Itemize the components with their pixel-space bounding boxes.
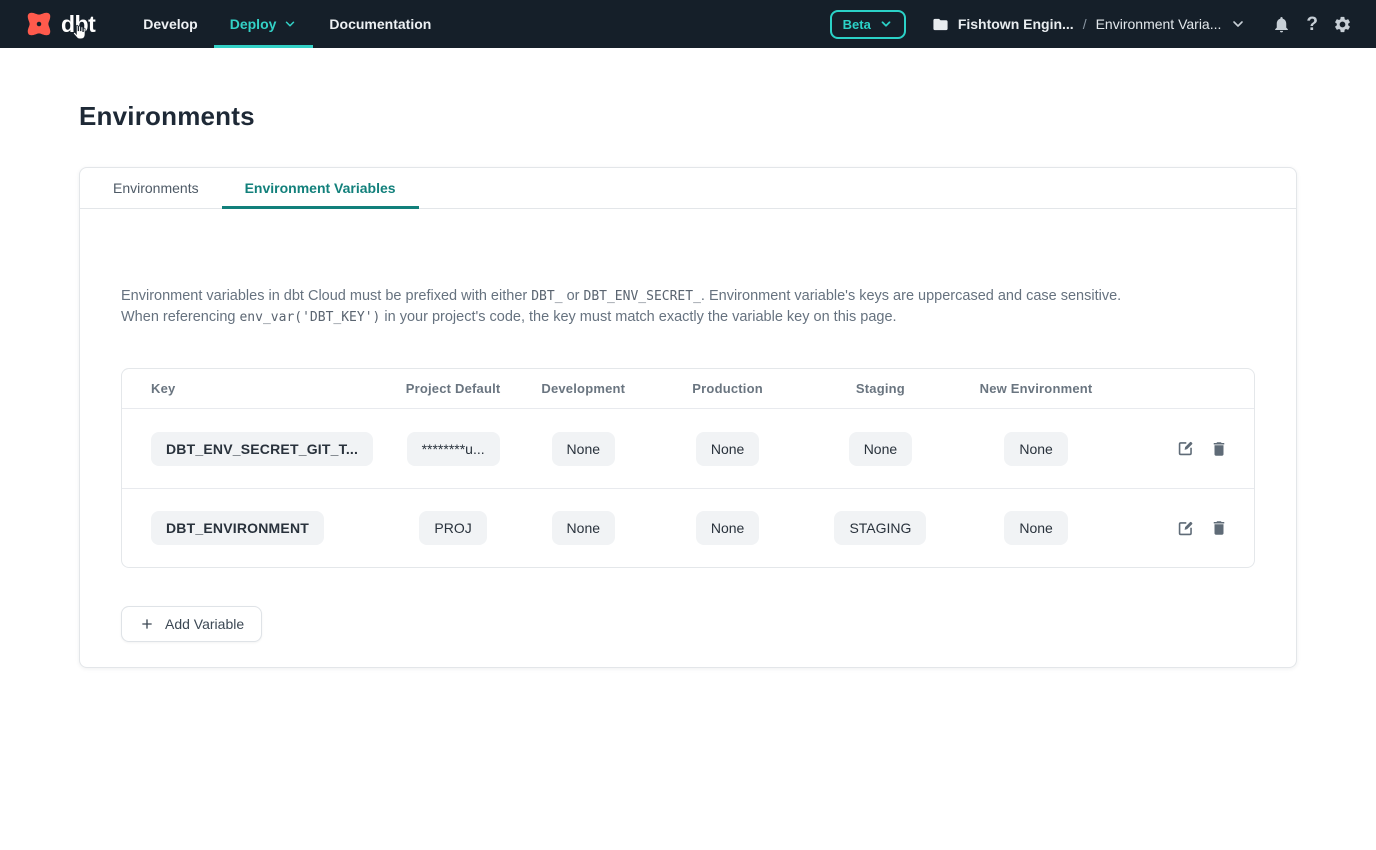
env-var-value-new-environment: None — [1004, 432, 1067, 466]
add-variable-label: Add Variable — [165, 616, 244, 632]
tab-bar: Environments Environment Variables — [80, 168, 1296, 209]
edit-icon — [1176, 519, 1195, 538]
tab-environments[interactable]: Environments — [90, 168, 222, 208]
edit-variable-button[interactable] — [1176, 439, 1195, 458]
notifications-button[interactable] — [1272, 15, 1291, 34]
help-button[interactable]: ? — [1306, 15, 1318, 34]
code-env-var-example: env_var('DBT_KEY') — [239, 310, 380, 325]
plus-icon — [139, 616, 155, 632]
nav-documentation-label: Documentation — [329, 16, 431, 32]
table-row: DBT_ENV_SECRET_GIT_T... ********u... Non… — [122, 409, 1254, 488]
main-content: Environments Environments Environment Va… — [0, 101, 1376, 668]
breadcrumb-project[interactable]: Fishtown Engin... — [958, 16, 1074, 32]
env-var-value-staging: STAGING — [834, 511, 926, 545]
env-var-value-production: None — [696, 511, 759, 545]
env-var-key: DBT_ENVIRONMENT — [151, 511, 324, 545]
env-var-table: Key Project Default Development Producti… — [121, 368, 1255, 568]
chevron-down-icon — [879, 17, 893, 31]
folder-icon — [932, 16, 949, 33]
column-header-production: Production — [654, 381, 801, 396]
beta-dropdown[interactable]: Beta — [830, 10, 906, 39]
environments-card: Environments Environment Variables Envir… — [79, 167, 1297, 668]
trash-icon — [1210, 440, 1228, 458]
env-var-value-project-default: PROJ — [419, 511, 486, 545]
navbar-icon-group: ? — [1272, 15, 1352, 34]
breadcrumb-page[interactable]: Environment Varia... — [1096, 16, 1222, 32]
hand-cursor-icon — [70, 24, 87, 41]
add-variable-button[interactable]: Add Variable — [121, 606, 262, 642]
delete-variable-button[interactable] — [1210, 519, 1228, 537]
column-header-staging: Staging — [801, 381, 959, 396]
bell-icon — [1272, 15, 1291, 34]
code-dbt-env-secret-prefix: DBT_ENV_SECRET_ — [584, 289, 701, 304]
description-text: Environment variables in dbt Cloud must … — [121, 288, 531, 304]
page-title: Environments — [79, 101, 1297, 132]
nav-deploy[interactable]: Deploy — [214, 0, 314, 48]
env-var-key: DBT_ENV_SECRET_GIT_T... — [151, 432, 373, 466]
description-text: or — [563, 288, 584, 304]
chevron-down-icon — [283, 17, 297, 31]
code-dbt-prefix: DBT_ — [531, 289, 562, 304]
env-var-value-development: None — [552, 432, 615, 466]
primary-nav: Develop Deploy Documentation — [127, 0, 447, 48]
nav-deploy-label: Deploy — [230, 16, 277, 32]
env-var-value-development: None — [552, 511, 615, 545]
gear-icon — [1333, 15, 1352, 34]
env-var-value-production: None — [696, 432, 759, 466]
edit-icon — [1176, 439, 1195, 458]
description-text: in your project's code, the key must mat… — [380, 309, 896, 325]
env-var-value-new-environment: None — [1004, 511, 1067, 545]
nav-documentation[interactable]: Documentation — [313, 0, 447, 48]
env-var-description: Environment variables in dbt Cloud must … — [121, 286, 1161, 328]
column-header-project-default: Project Default — [394, 381, 513, 396]
edit-variable-button[interactable] — [1176, 519, 1195, 538]
table-header-row: Key Project Default Development Producti… — [122, 369, 1254, 409]
nav-develop-label: Develop — [143, 16, 197, 32]
env-var-value-staging: None — [849, 432, 912, 466]
chevron-down-icon[interactable] — [1230, 16, 1246, 32]
settings-button[interactable] — [1333, 15, 1352, 34]
breadcrumb: Fishtown Engin... / Environment Varia... — [932, 16, 1247, 33]
table-row: DBT_ENVIRONMENT PROJ None None STAGING N… — [122, 488, 1254, 567]
dbt-logo-icon — [24, 9, 54, 39]
tab-environment-variables[interactable]: Environment Variables — [222, 168, 419, 208]
nav-develop[interactable]: Develop — [127, 0, 213, 48]
dbt-logo[interactable]: dbt — [24, 9, 95, 39]
trash-icon — [1210, 519, 1228, 537]
delete-variable-button[interactable] — [1210, 440, 1228, 458]
column-header-new-environment: New Environment — [960, 381, 1113, 396]
env-var-value-project-default: ********u... — [407, 432, 500, 466]
top-navbar: dbt Develop Deploy Documentation Beta Fi… — [0, 0, 1376, 48]
breadcrumb-separator: / — [1083, 16, 1087, 32]
column-header-development: Development — [513, 381, 655, 396]
beta-label: Beta — [843, 17, 871, 32]
column-header-key: Key — [122, 381, 394, 396]
question-mark-icon: ? — [1306, 15, 1318, 34]
